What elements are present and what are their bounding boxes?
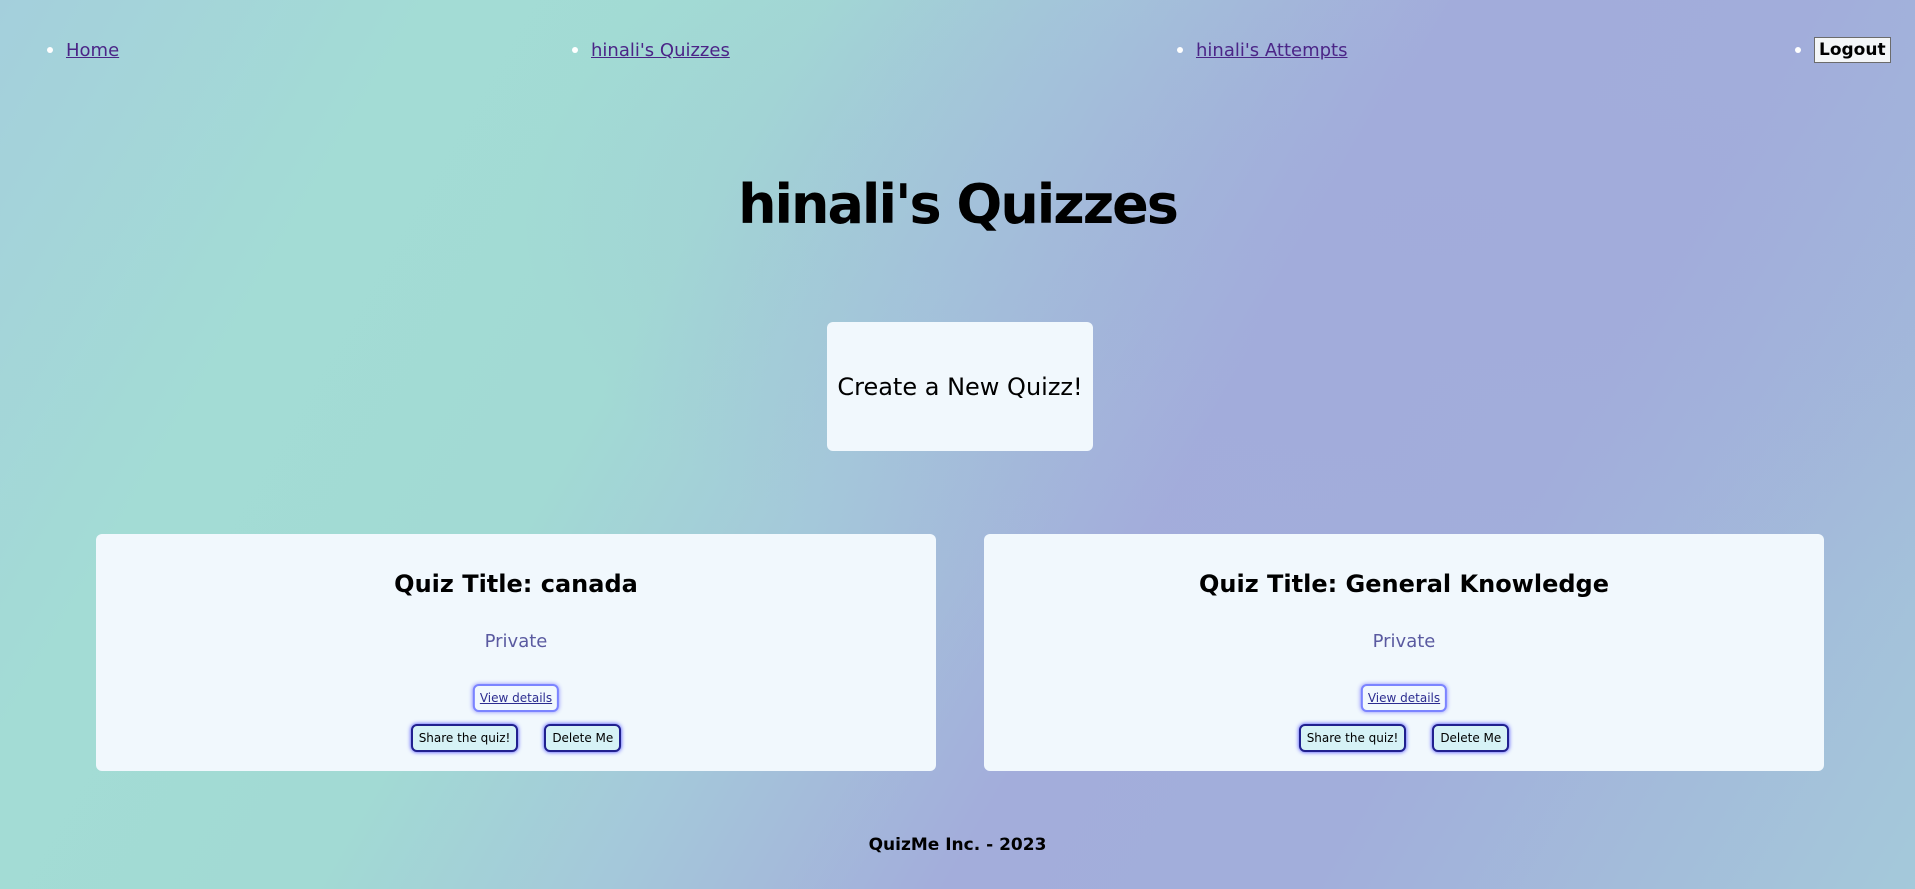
create-quiz-button[interactable]: Create a New Quizz! xyxy=(827,322,1093,451)
nav-item-home: Home xyxy=(47,38,119,62)
delete-quiz-button[interactable]: Delete Me xyxy=(1432,724,1510,752)
view-details-button[interactable]: View details xyxy=(1360,684,1448,712)
create-quiz-label: Create a New Quizz! xyxy=(837,372,1083,401)
bullet-icon xyxy=(572,47,578,53)
quiz-card: Quiz Title: General Knowledge Private Vi… xyxy=(984,534,1824,771)
share-quiz-button[interactable]: Share the quiz! xyxy=(410,724,519,752)
view-details-button[interactable]: View details xyxy=(472,684,560,712)
top-nav: Home hinali's Quizzes hinali's Attempts … xyxy=(0,30,1915,70)
bullet-icon xyxy=(1795,47,1801,53)
page-title: hinali's Quizzes xyxy=(738,173,1179,236)
logout-button[interactable]: Logout xyxy=(1814,37,1891,63)
home-link[interactable]: Home xyxy=(66,40,119,61)
quiz-privacy-status: Private xyxy=(1372,631,1436,652)
quiz-title: Quiz Title: General Knowledge xyxy=(1198,570,1609,598)
nav-item-quizzes: hinali's Quizzes xyxy=(572,38,730,62)
bullet-icon xyxy=(47,47,53,53)
nav-item-attempts: hinali's Attempts xyxy=(1177,38,1347,62)
my-attempts-link[interactable]: hinali's Attempts xyxy=(1196,40,1347,61)
share-quiz-button[interactable]: Share the quiz! xyxy=(1298,724,1407,752)
quiz-card: Quiz Title: canada Private View details … xyxy=(96,534,936,771)
quiz-privacy-status: Private xyxy=(484,631,548,652)
footer-text: QuizMe Inc. - 2023 xyxy=(868,835,1047,855)
quiz-title: Quiz Title: canada xyxy=(394,570,638,598)
bullet-icon xyxy=(1177,47,1183,53)
delete-quiz-button[interactable]: Delete Me xyxy=(544,724,622,752)
nav-item-logout: Logout xyxy=(1795,37,1891,63)
my-quizzes-link[interactable]: hinali's Quizzes xyxy=(591,40,730,61)
quiz-actions: Share the quiz! Delete Me xyxy=(96,724,936,752)
quiz-actions: Share the quiz! Delete Me xyxy=(984,724,1824,752)
